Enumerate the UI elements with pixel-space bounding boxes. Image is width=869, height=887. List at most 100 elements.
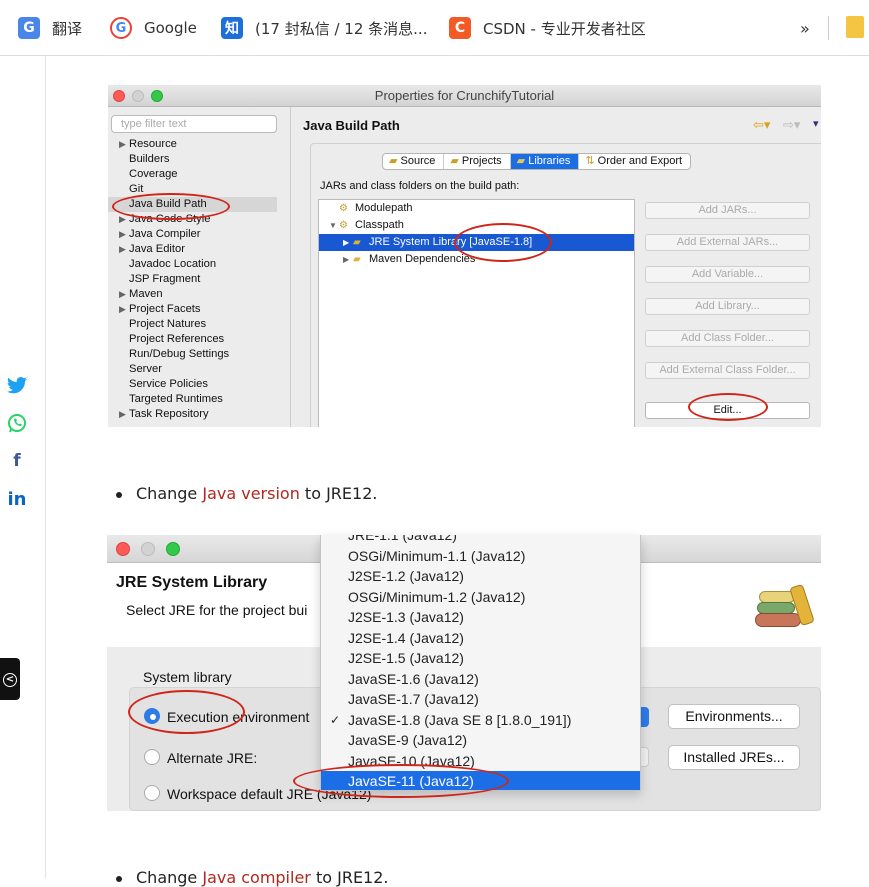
expand-arrow-icon[interactable]: ▶ [119,407,126,422]
build-path-action-button[interactable]: Add Class Folder... [645,330,810,347]
tree-item[interactable]: ▶ Project Facets [108,302,277,317]
tree-item[interactable]: Service Policies [108,377,277,392]
google-icon: G [110,17,132,39]
facebook-icon[interactable]: f [6,450,28,472]
annotation-oval [454,223,552,262]
tree-item[interactable]: ▶ Maven [108,287,277,302]
expand-arrow-icon[interactable]: ▶ [119,302,126,317]
bookmark-label: Google [144,19,197,37]
bookmarks-bar: G 翻译 G Google 知 (17 封私信 / 12 条消息... C CS… [0,0,869,56]
expand-arrow-icon[interactable]: ▶ [119,137,126,152]
tree-item[interactable]: ▶ Resource [108,137,277,152]
build-path-action-button[interactable]: Add External Class Folder... [645,362,810,379]
tree-item[interactable]: Javadoc Location [108,257,277,272]
bookmark-google[interactable]: G Google [110,14,197,42]
window-title: Properties for CrunchifyTutorial [108,85,821,107]
tree-item[interactable]: ▶ Java Compiler [108,227,277,242]
tree-item-label: Task Repository [129,408,209,420]
bookmark-csdn[interactable]: C CSDN - 专业开发者社区 [449,14,646,42]
tree-item[interactable]: Builders [108,152,277,167]
close-window-button[interactable] [116,542,130,556]
close-window-button[interactable] [113,90,125,102]
build-path-action-button[interactable]: Add Variable... [645,266,810,283]
environments-button[interactable]: Environments... [668,704,800,729]
zhihu-icon: 知 [221,17,243,39]
annotation-oval [688,393,768,421]
minimize-window-button[interactable] [141,542,155,556]
dropdown-option[interactable]: JavaSE-1.6 (Java12) [321,669,640,690]
build-path-action-button[interactable]: Add Library... [645,298,810,315]
tree-item[interactable]: Coverage [108,167,277,182]
filter-input[interactable]: type filter text [111,115,277,133]
tree-item[interactable]: Project Natures [108,317,277,332]
expand-arrow-icon[interactable]: ▶ [119,287,126,302]
tree-item-label: Maven [129,288,163,300]
build-path-action-button[interactable]: Add JARs... [645,202,810,219]
alternate-jre-radio[interactable] [144,749,160,765]
dropdown-option[interactable]: JavaSE-9 (Java12) [321,730,640,751]
workspace-default-jre-radio[interactable] [144,785,160,801]
checkmark-icon: ✓ [330,712,341,727]
dropdown-option[interactable]: OSGi/Minimum-1.1 (Java12) [321,546,640,567]
forward-arrow-icon[interactable]: ⇨▾ [783,117,800,133]
execution-environment-dropdown: JRE-1.1 (Java12) OSGi/Minimum-1.1 (Java12… [320,535,641,791]
tree-item[interactable]: ▶ Task Repository [108,407,277,422]
tree-item[interactable]: Run/Debug Settings [108,347,277,362]
dropdown-option[interactable]: JavaSE-1.7 (Java12) [321,689,640,710]
tree-item[interactable]: Server [108,362,277,377]
folder-icon[interactable] [846,16,864,38]
google-translate-icon: G [18,17,40,39]
expand-arrow-icon[interactable]: ▼ [329,217,337,234]
back-arrow-icon[interactable]: ⇦▾ [753,117,770,133]
tab-projects[interactable]: ▰ Projects [444,154,511,169]
build-path-entry[interactable]: ⚙ Modulepath [319,200,634,217]
bookmark-translate[interactable]: G 翻译 [18,14,82,42]
dropdown-option[interactable]: ✓ JavaSE-1.8 (Java SE 8 [1.8.0_191]) [321,710,640,731]
zoom-window-button[interactable] [151,90,163,102]
tree-item[interactable]: ▶ Java Editor [108,242,277,257]
expand-arrow-icon[interactable]: ▶ [119,242,126,257]
collapse-sidebar-button[interactable]: < [0,658,20,700]
tree-item-label: Targeted Runtimes [129,393,223,405]
annotation-oval [293,764,509,798]
minimize-window-button[interactable] [132,90,144,102]
dropdown-option[interactable]: OSGi/Minimum-1.2 (Java12) [321,587,640,608]
dropdown-option-label: JavaSE-1.6 (Java12) [348,670,479,687]
expand-arrow-icon[interactable]: ▶ [343,251,349,268]
build-path-action-button[interactable]: Add External JARs... [645,234,810,251]
bullet-dot [116,491,122,498]
build-path-entry-label: Maven Dependencies [369,253,476,265]
view-menu-icon[interactable]: ▾ [813,117,819,130]
annotation-oval [128,690,245,734]
dropdown-option[interactable]: JRE-1.1 (Java12) [321,535,640,546]
annotation-oval [112,193,230,220]
zoom-window-button[interactable] [166,542,180,556]
dropdown-option-label: J2SE-1.4 (Java12) [348,629,464,646]
dropdown-option[interactable]: J2SE-1.2 (Java12) [321,566,640,587]
bullet-change-java-version: Change Java version to JRE12. [116,484,377,503]
dropdown-option-label: J2SE-1.3 (Java12) [348,609,464,625]
linkedin-icon[interactable]: in [6,488,28,510]
tab-source[interactable]: ▰ Source [383,154,445,169]
dropdown-option[interactable]: J2SE-1.3 (Java12) [321,607,640,628]
option-label: Alternate JRE: [167,750,258,766]
page-title: Java Build Path [303,118,400,133]
twitter-icon[interactable] [6,374,28,396]
installed-jres-button[interactable]: Installed JREs... [668,745,800,770]
expand-arrow-icon[interactable]: ▶ [343,234,349,251]
tree-item[interactable]: Targeted Runtimes [108,392,277,407]
whatsapp-icon[interactable] [6,412,28,434]
tree-item[interactable]: JSP Fragment [108,272,277,287]
tab-order-and-export[interactable]: ⇅ Order and Export [579,154,690,169]
tree-item[interactable]: Project References [108,332,277,347]
dropdown-option-label: OSGi/Minimum-1.2 (Java12) [348,588,526,605]
dropdown-option[interactable]: J2SE-1.4 (Java12) [321,628,640,649]
expand-arrow-icon[interactable]: ▶ [119,227,126,242]
java-version-link[interactable]: Java version [202,484,299,503]
group-label: System library [143,669,232,685]
tree-item-label: Git [129,183,144,195]
dropdown-option[interactable]: J2SE-1.5 (Java12) [321,648,640,669]
bookmarks-overflow-button[interactable]: » [800,14,810,42]
bookmark-zhihu[interactable]: 知 (17 封私信 / 12 条消息... [221,14,427,42]
tab-libraries[interactable]: ▰ Libraries [510,154,580,169]
